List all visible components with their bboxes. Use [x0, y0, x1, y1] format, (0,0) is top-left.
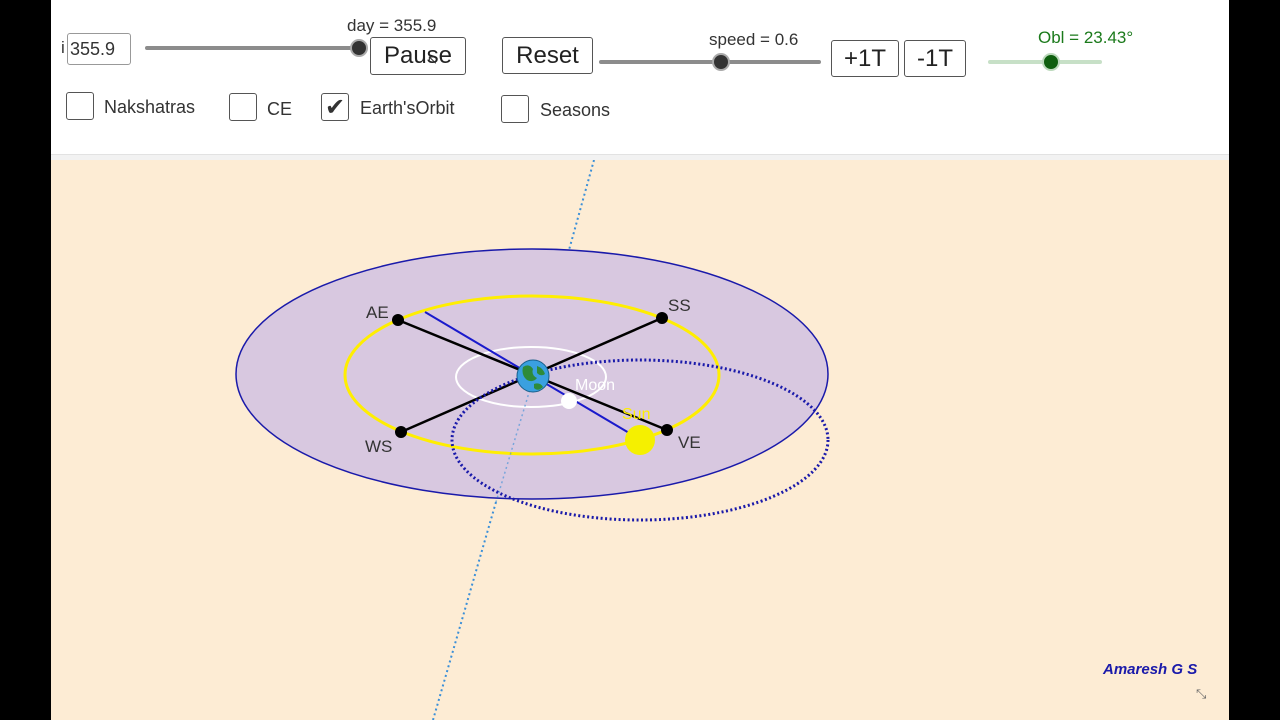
orbit-diagram[interactable]: AE SS WS VE Moon Sun Amaresh G S ⤡	[51, 159, 1229, 720]
mouse-cursor-icon: ↖	[427, 52, 438, 67]
geogebra-applet: i day = 355.9 Pause ↖ Reset speed = 0.6 …	[51, 0, 1229, 720]
control-toolbar: i day = 355.9 Pause ↖ Reset speed = 0.6 …	[51, 0, 1229, 156]
moon-icon[interactable]	[561, 393, 577, 409]
obliquity-slider-label: Obl = 23.43°	[1038, 28, 1134, 47]
input-prefix-label: i	[61, 38, 65, 57]
earth-icon[interactable]	[516, 359, 550, 393]
ws-label: WS	[365, 437, 392, 456]
ws-point[interactable]	[395, 426, 407, 438]
ve-label: VE	[678, 433, 701, 452]
obliquity-slider-handle[interactable]	[1042, 53, 1060, 71]
earths-orbit-checkbox[interactable]: ✔	[321, 93, 349, 121]
collapse-icon[interactable]: ⤡	[1196, 686, 1207, 701]
sun-label: Sun	[622, 406, 650, 423]
nakshatras-label: Nakshatras	[104, 97, 196, 117]
moon-label: Moon	[575, 377, 615, 394]
seasons-label: Seasons	[540, 100, 611, 120]
earths-orbit-label: Earth'sOrbit	[360, 98, 455, 118]
plus-one-t-button[interactable]: +1T	[831, 40, 899, 77]
seasons-checkbox[interactable]	[501, 95, 529, 123]
graphics-view[interactable]: AE SS WS VE Moon Sun Amaresh G S ⤡	[51, 159, 1229, 720]
author-credit: Amaresh G S	[1102, 661, 1197, 678]
day-slider-label: day = 355.9	[347, 16, 437, 35]
ve-point[interactable]	[661, 424, 673, 436]
minus-one-t-button[interactable]: -1T	[904, 40, 966, 77]
sun-icon[interactable]	[625, 425, 655, 455]
day-input[interactable]	[67, 33, 131, 65]
ce-checkbox[interactable]	[229, 93, 257, 121]
speed-slider-label: speed = 0.6	[709, 30, 799, 49]
checkmark-icon: ✔	[325, 94, 346, 121]
ss-point[interactable]	[656, 312, 668, 324]
day-slider-track[interactable]	[145, 46, 359, 50]
day-slider-handle[interactable]	[350, 39, 368, 57]
speed-slider-track[interactable]	[599, 60, 821, 64]
ae-label: AE	[366, 303, 389, 322]
ce-label: CE	[267, 99, 293, 119]
reset-button[interactable]: Reset	[502, 37, 593, 74]
speed-slider-handle[interactable]	[712, 53, 730, 71]
ae-point[interactable]	[392, 314, 404, 326]
nakshatras-checkbox[interactable]	[66, 92, 94, 120]
axis-lower-line	[432, 501, 497, 720]
ss-label: SS	[668, 296, 691, 315]
pause-button[interactable]: Pause	[370, 37, 466, 75]
